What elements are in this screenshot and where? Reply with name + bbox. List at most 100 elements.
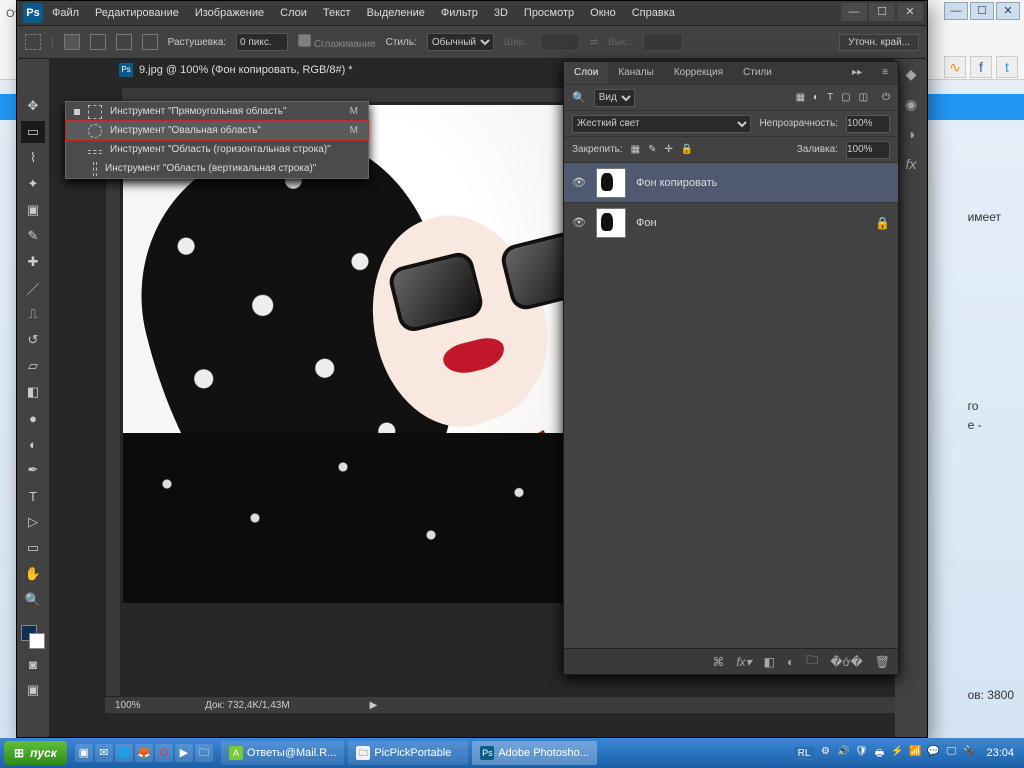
selmode-new-icon[interactable] <box>64 34 80 50</box>
flyout-rect-marquee[interactable]: Инструмент "Прямоугольная область" M <box>66 102 368 121</box>
blendmode-select[interactable]: Жесткий свет <box>572 115 751 133</box>
task-button[interactable]: PsAdobe Photosho... <box>472 741 597 765</box>
filter-adjust-icon[interactable]: ◐ <box>813 92 819 103</box>
ruler-vertical[interactable] <box>105 103 121 697</box>
visibility-icon[interactable]: 👁 <box>572 176 586 190</box>
pen-tool[interactable]: ✒ <box>21 459 45 481</box>
magic-wand-tool[interactable]: ✦ <box>21 173 45 195</box>
brush-tool[interactable]: ／ <box>21 277 45 299</box>
canvas[interactable] <box>123 105 563 603</box>
opacity-input[interactable] <box>846 115 890 133</box>
filter-toggle-icon[interactable]: ⏻ <box>882 92 890 103</box>
marquee-preset-icon[interactable] <box>25 34 41 50</box>
lock-trans-icon[interactable]: ▦ <box>631 144 640 155</box>
quickmask-toggle[interactable]: ◙ <box>21 653 45 675</box>
outer-maximize[interactable]: ☐ <box>970 2 994 20</box>
menu-filter[interactable]: Фильтр <box>434 1 485 25</box>
refine-edge-button[interactable]: Уточн. край... <box>839 34 919 51</box>
layer-row[interactable]: 👁 Фон копировать <box>564 162 898 202</box>
selmode-add-icon[interactable] <box>90 34 106 50</box>
menu-window[interactable]: Окно <box>583 1 623 25</box>
eraser-tool[interactable]: ▱ <box>21 355 45 377</box>
ql-icon[interactable]: 🌐 <box>115 744 133 762</box>
taskbar-clock[interactable]: 23:04 <box>980 747 1020 759</box>
panel-tab-channels[interactable]: Каналы <box>608 62 664 84</box>
zoom-tool[interactable]: 🔍 <box>21 589 45 611</box>
gradient-tool[interactable]: ◧ <box>21 381 45 403</box>
ql-icon[interactable]: 🦊 <box>135 744 153 762</box>
panel-adjust-icon[interactable]: ◑ <box>900 123 922 145</box>
feather-input[interactable] <box>236 33 288 51</box>
new-layer-icon[interactable]: �ớ� <box>830 655 862 669</box>
style-select[interactable]: Обычный <box>427 33 494 51</box>
menu-help[interactable]: Справка <box>625 1 682 25</box>
layer-filter-select[interactable]: Вид <box>594 89 635 107</box>
healing-tool[interactable]: ✚ <box>21 251 45 273</box>
task-button[interactable]: AОтветы@Mail.R... <box>221 741 345 765</box>
lock-paint-icon[interactable]: ✎ <box>648 144 656 155</box>
document-tab[interactable]: Ps 9.jpg @ 100% (Фон копировать, RGB/8#)… <box>119 63 353 77</box>
mask-icon[interactable]: ◧ <box>764 655 775 669</box>
panel-menu-icon[interactable]: ≡ <box>872 62 898 84</box>
filter-type-icon[interactable]: T <box>827 92 833 103</box>
ps-close[interactable]: ✕ <box>897 3 923 21</box>
panel-collapse-icon[interactable]: ▸▸ <box>842 62 872 84</box>
menu-view[interactable]: Просмотр <box>517 1 581 25</box>
screenmode-toggle[interactable]: ▣ <box>21 679 45 701</box>
ql-icon[interactable]: O <box>155 744 173 762</box>
ql-icon[interactable]: ▶ <box>175 744 193 762</box>
history-brush-tool[interactable]: ↺ <box>21 329 45 351</box>
trash-icon[interactable]: 🗑 <box>875 655 890 669</box>
marquee-tool[interactable]: ▭ <box>21 121 45 143</box>
tray-icon[interactable]: 🔊 <box>836 746 850 760</box>
crop-tool[interactable]: ▣ <box>21 199 45 221</box>
layer-name[interactable]: Фон копировать <box>636 177 717 189</box>
menu-type[interactable]: Текст <box>316 1 358 25</box>
layer-name[interactable]: Фон <box>636 217 657 229</box>
adjustment-icon[interactable]: ◐ <box>787 655 794 669</box>
lasso-tool[interactable]: ⌇ <box>21 147 45 169</box>
start-button[interactable]: ⊞ пуск <box>4 741 67 765</box>
tray-icon[interactable]: 🖶 <box>872 746 886 760</box>
outer-minimize[interactable]: — <box>944 2 968 20</box>
panel-swatches-icon[interactable]: ◉ <box>900 93 922 115</box>
hand-tool[interactable]: ✋ <box>21 563 45 585</box>
menu-image[interactable]: Изображение <box>188 1 271 25</box>
ql-icon[interactable]: ✉ <box>95 744 113 762</box>
panel-tab-adjust[interactable]: Коррекция <box>664 62 733 84</box>
fill-input[interactable] <box>846 141 890 159</box>
filter-pixel-icon[interactable]: ▦ <box>796 92 805 103</box>
menu-3d[interactable]: 3D <box>487 1 515 25</box>
panel-styles-icon[interactable]: fx <box>900 153 922 175</box>
layer-row[interactable]: 👁 Фон 🔒 <box>564 202 898 242</box>
social-rss-icon[interactable]: ∿ <box>944 56 966 78</box>
task-button[interactable]: 🗀PicPickPortable <box>348 741 468 765</box>
tray-icon[interactable]: 🛡 <box>854 746 868 760</box>
type-tool[interactable]: T <box>21 485 45 507</box>
tray-icon[interactable]: 📶 <box>908 746 922 760</box>
layer-thumbnail[interactable] <box>596 208 626 238</box>
fx-icon[interactable]: fx▾ <box>736 655 751 669</box>
tray-icon[interactable]: 🔌 <box>962 746 976 760</box>
menu-edit[interactable]: Редактирование <box>88 1 186 25</box>
menu-select[interactable]: Выделение <box>360 1 432 25</box>
social-fb-icon[interactable]: f <box>970 56 992 78</box>
dodge-tool[interactable]: ◐ <box>21 433 45 455</box>
flyout-row-marquee[interactable]: Инструмент "Область (горизонтальная стро… <box>66 140 368 159</box>
zoom-level[interactable]: 100% <box>115 700 165 711</box>
layer-thumbnail[interactable] <box>596 168 626 198</box>
color-swatches[interactable] <box>21 625 45 649</box>
move-tool[interactable]: ✥ <box>21 95 45 117</box>
menu-layer[interactable]: Слои <box>273 1 314 25</box>
eyedropper-tool[interactable]: ✎ <box>21 225 45 247</box>
lang-indicator[interactable]: RL <box>794 747 815 760</box>
group-icon[interactable]: 🗀 <box>806 651 818 672</box>
ps-minimize[interactable]: — <box>841 3 867 21</box>
tray-icon[interactable]: ⚙ <box>818 746 832 760</box>
filter-smart-icon[interactable]: ◫ <box>859 92 868 103</box>
tray-icon[interactable]: ⚡ <box>890 746 904 760</box>
ps-maximize[interactable]: ☐ <box>869 3 895 21</box>
filter-shape-icon[interactable]: ▢ <box>841 92 850 103</box>
link-layers-icon[interactable]: ⌘ <box>712 655 724 669</box>
shape-tool[interactable]: ▭ <box>21 537 45 559</box>
